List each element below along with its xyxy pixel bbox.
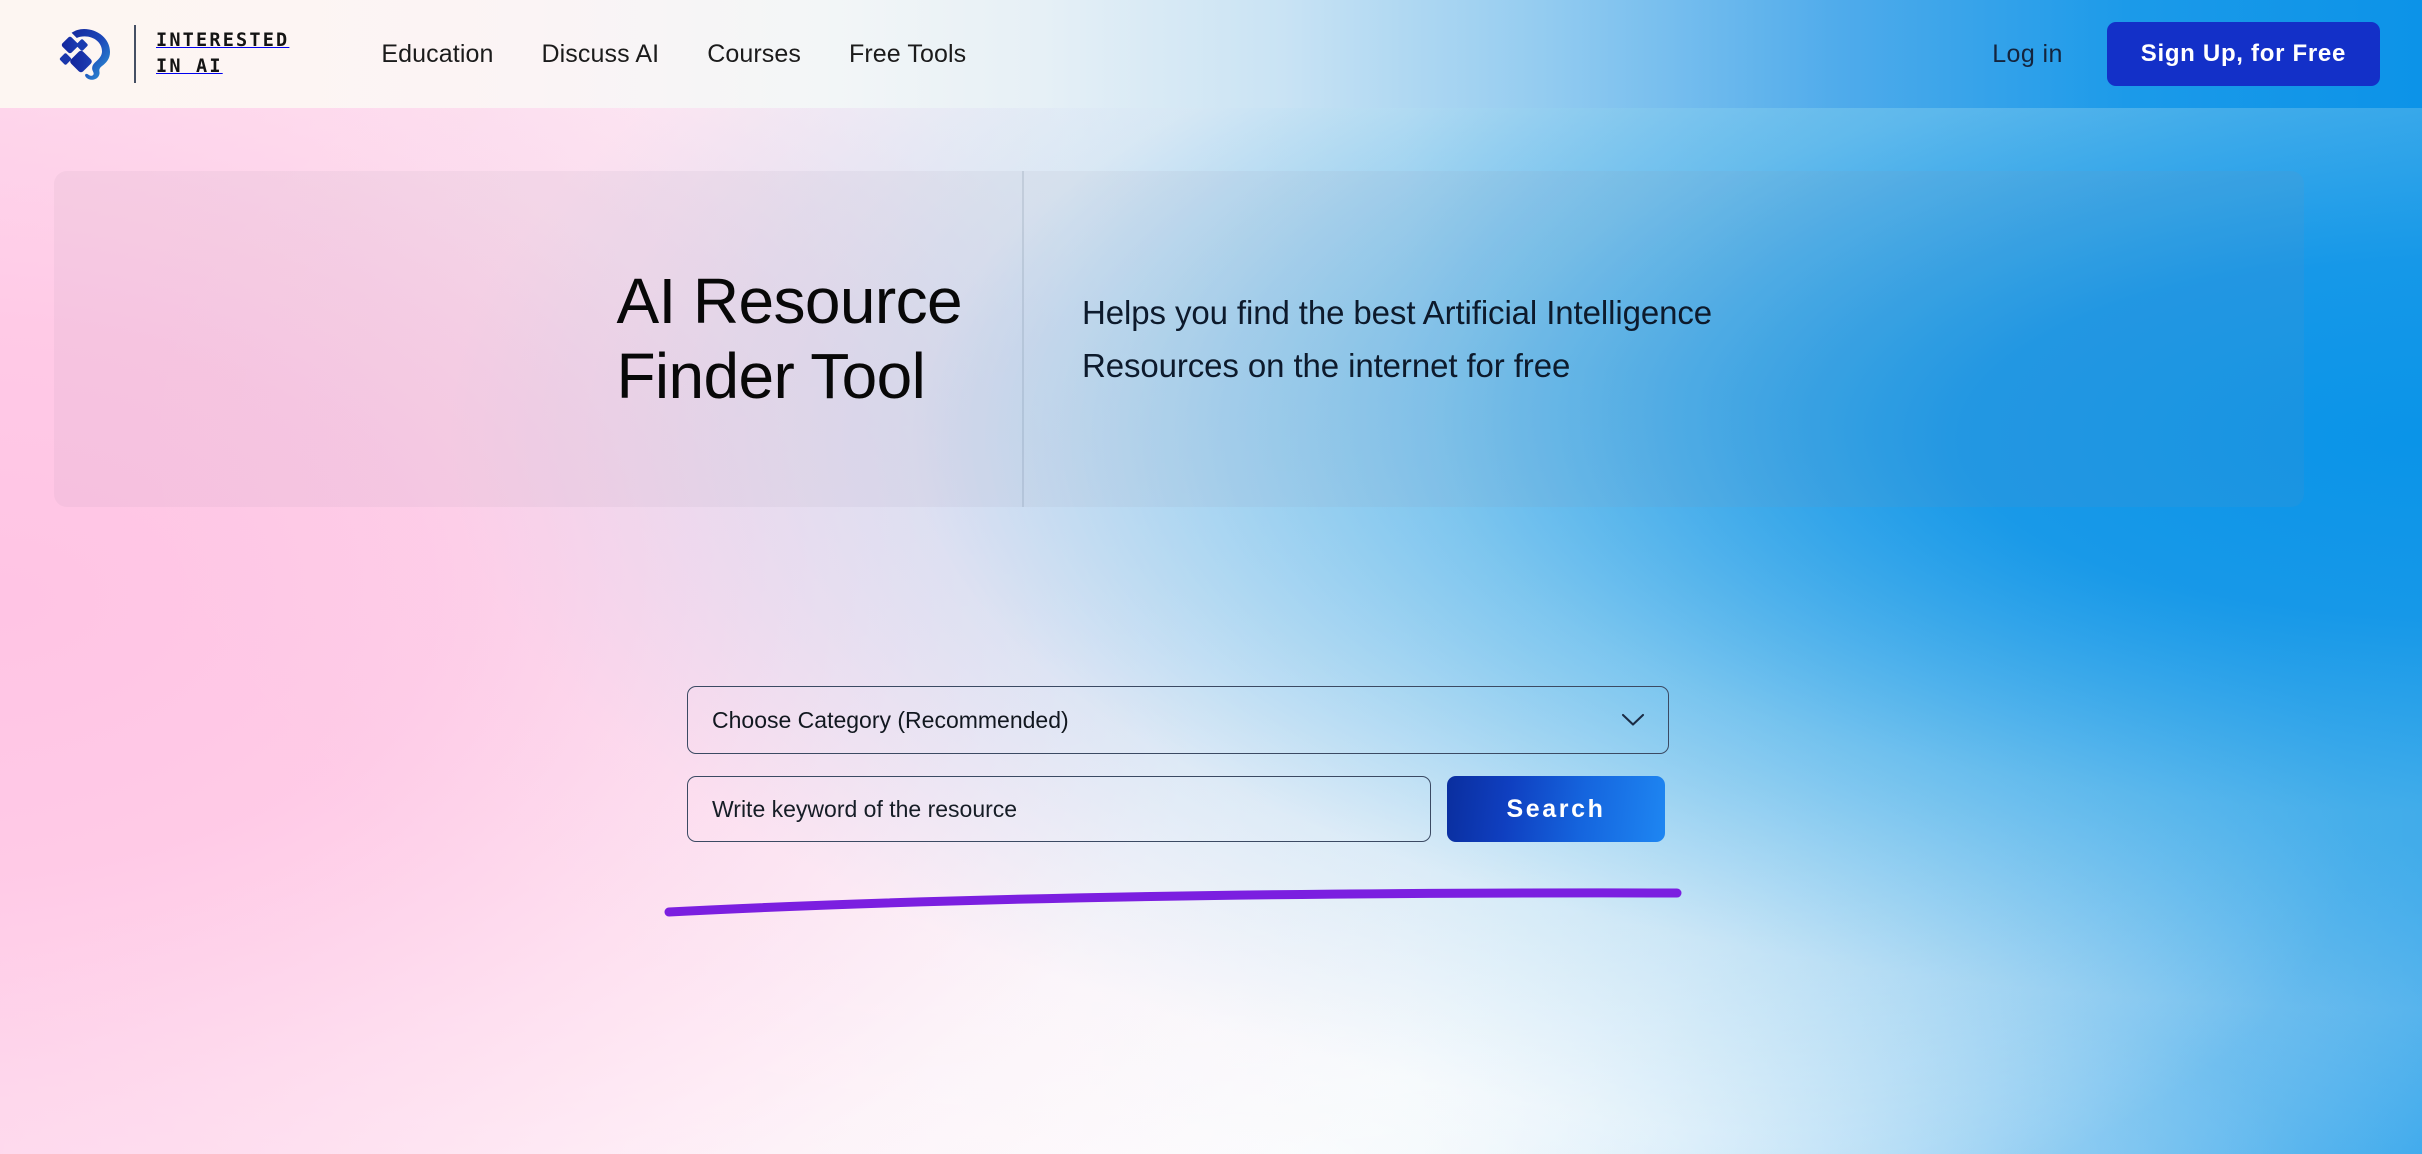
nav-item-education[interactable]: Education xyxy=(381,40,493,69)
nav-item-free-tools[interactable]: Free Tools xyxy=(849,40,966,69)
category-select-wrapper: Choose Category (Recommended) xyxy=(687,686,1669,754)
brand-divider xyxy=(134,25,136,83)
hero-subtitle: Helps you find the best Artificial Intel… xyxy=(1082,293,1712,384)
login-link[interactable]: Log in xyxy=(1992,40,2063,69)
search-row: Search xyxy=(687,776,1669,842)
brand-logo[interactable]: INTERESTED IN AI xyxy=(54,25,289,83)
page-title: AI Resource Finder Tool xyxy=(616,265,962,412)
header-actions: Log in Sign Up, for Free xyxy=(1992,22,2380,86)
brand-wordmark: INTERESTED IN AI xyxy=(156,29,290,77)
nav-item-courses[interactable]: Courses xyxy=(707,40,801,69)
hero-title-column: AI Resource Finder Tool xyxy=(54,264,1022,414)
main-nav: Education Discuss AI Courses Free Tools xyxy=(381,40,966,69)
hero-card: AI Resource Finder Tool Helps you find t… xyxy=(54,171,2304,507)
resource-search-panel: Choose Category (Recommended) Search xyxy=(687,686,1669,842)
site-header: INTERESTED IN AI Education Discuss AI Co… xyxy=(0,0,2422,108)
search-input[interactable] xyxy=(687,776,1431,842)
search-button[interactable]: Search xyxy=(1447,776,1665,842)
ai-head-logo-icon xyxy=(59,29,110,80)
nav-item-discuss-ai[interactable]: Discuss AI xyxy=(542,40,660,69)
category-select[interactable]: Choose Category (Recommended) xyxy=(687,686,1669,754)
signup-button[interactable]: Sign Up, for Free xyxy=(2106,22,2380,86)
hero-subtitle-column: Helps you find the best Artificial Intel… xyxy=(1024,286,2304,393)
